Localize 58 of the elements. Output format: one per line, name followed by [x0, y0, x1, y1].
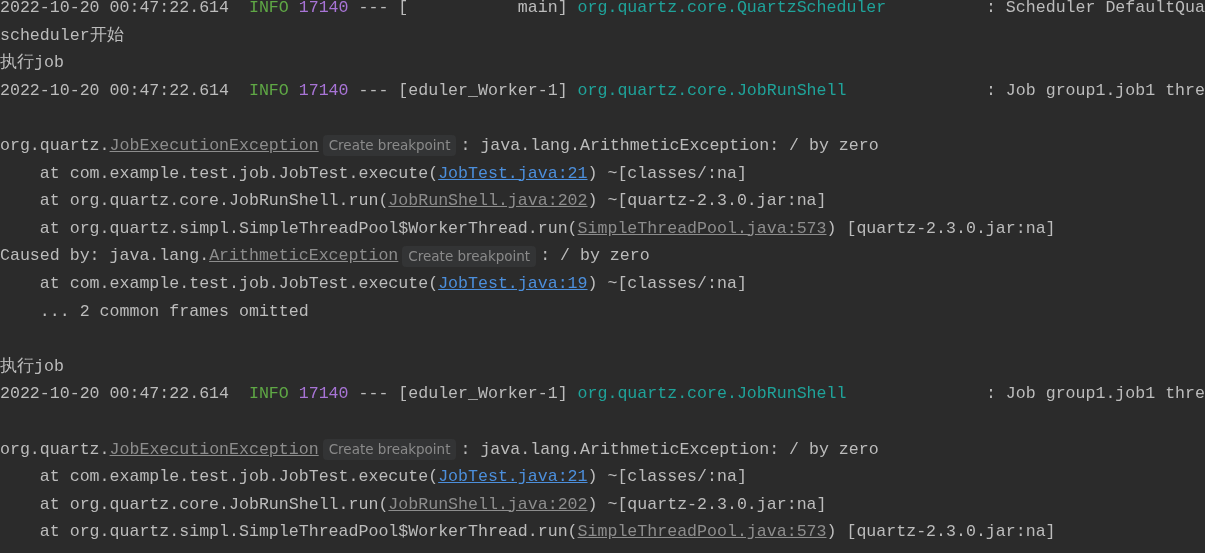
- logger-name: org.quartz.core.JobRunShell: [577, 79, 848, 102]
- exception-class-link[interactable]: JobExecutionException: [109, 435, 319, 464]
- log-text: ) ~[quartz-2.3.0.jar:na]: [587, 493, 827, 516]
- log-text: at org.quartz.simpl.SimpleThreadPool$WorkerThread.run(: [39, 217, 578, 240]
- log-text: ) ~[classes/:na]: [587, 466, 747, 489]
- source-link[interactable]: JobRunShell.java:202: [388, 187, 588, 215]
- log-message: : Job group1.job1 thre: [985, 79, 1205, 102]
- source-link[interactable]: JobTest.java:19: [438, 269, 588, 298]
- exception-class-link[interactable]: JobExecutionException: [109, 131, 319, 160]
- source-link[interactable]: SimpleThreadPool.java:573: [577, 518, 827, 546]
- log-text: ... 2 common frames omitted: [39, 300, 309, 323]
- log-text: ) [quartz-2.3.0.jar:na]: [826, 217, 1056, 240]
- thread-name: [eduler_Worker-1]: [398, 79, 568, 102]
- log-text: at org.quartz.core.JobRunShell.run(: [39, 190, 389, 213]
- log-text: : / by zero: [540, 245, 650, 268]
- log-message: : Scheduler DefaultQua: [985, 0, 1205, 19]
- logger-name: org.quartz.core.QuartzScheduler: [577, 0, 888, 19]
- log-level: INFO: [248, 0, 289, 19]
- log-level: INFO: [248, 79, 289, 102]
- log-separator: ---: [358, 79, 389, 102]
- source-link[interactable]: JobTest.java:21: [438, 463, 588, 491]
- create-breakpoint-hint[interactable]: Create breakpoint: [322, 135, 457, 157]
- log-separator: ---: [358, 383, 389, 406]
- log-text: Caused by: java.lang.: [0, 245, 210, 268]
- log-timestamp: 2022-10-20 00:47:22.614: [0, 79, 230, 102]
- process-id: 17140: [298, 383, 349, 406]
- log-text: ) ~[quartz-2.3.0.jar:na]: [587, 190, 827, 213]
- source-link[interactable]: SimpleThreadPool.java:573: [577, 214, 827, 243]
- log-text: : java.lang.ArithmeticException: / by zero: [460, 438, 879, 461]
- logger-name: org.quartz.core.JobRunShell: [577, 383, 848, 406]
- log-text: at org.quartz.core.JobRunShell.run(: [39, 493, 389, 516]
- log-text: scheduler开始: [0, 24, 124, 47]
- log-separator: ---: [358, 0, 389, 19]
- log-text: 执行job: [0, 355, 64, 378]
- log-text: ) ~[classes/:na]: [587, 162, 747, 185]
- create-breakpoint-hint[interactable]: Create breakpoint: [322, 438, 457, 460]
- log-text: at com.example.test.job.JobTest.execute(: [39, 272, 439, 295]
- log-text: org.quartz.: [0, 438, 110, 461]
- thread-name: [eduler_Worker-1]: [398, 383, 568, 406]
- log-text: : java.lang.ArithmeticException: / by zero: [460, 134, 879, 157]
- create-breakpoint-hint[interactable]: Create breakpoint: [402, 245, 537, 267]
- process-id: 17140: [298, 0, 349, 19]
- log-message: : Job group1.job1 thre: [985, 383, 1205, 406]
- log-text: org.quartz.: [0, 134, 110, 157]
- log-text: ) [quartz-2.3.0.jar:na]: [826, 521, 1056, 544]
- thread-name: [ main]: [398, 0, 568, 19]
- log-text: at org.quartz.simpl.SimpleThreadPool$WorkerThread.run(: [39, 521, 578, 544]
- log-text: at com.example.test.job.JobTest.execute(: [39, 466, 439, 489]
- log-level: INFO: [248, 383, 289, 406]
- source-link[interactable]: JobTest.java:21: [438, 159, 588, 188]
- log-timestamp: 2022-10-20 00:47:22.614: [0, 383, 230, 406]
- log-text: 执行job: [0, 52, 64, 75]
- log-text: ) ~[classes/:na]: [587, 272, 747, 295]
- process-id: 17140: [298, 79, 349, 102]
- exception-class-link[interactable]: ArithmeticException: [209, 242, 399, 270]
- source-link[interactable]: JobRunShell.java:202: [388, 490, 588, 519]
- log-timestamp: 2022-10-20 00:47:22.614: [0, 0, 230, 19]
- log-text: at com.example.test.job.JobTest.execute(: [39, 162, 439, 185]
